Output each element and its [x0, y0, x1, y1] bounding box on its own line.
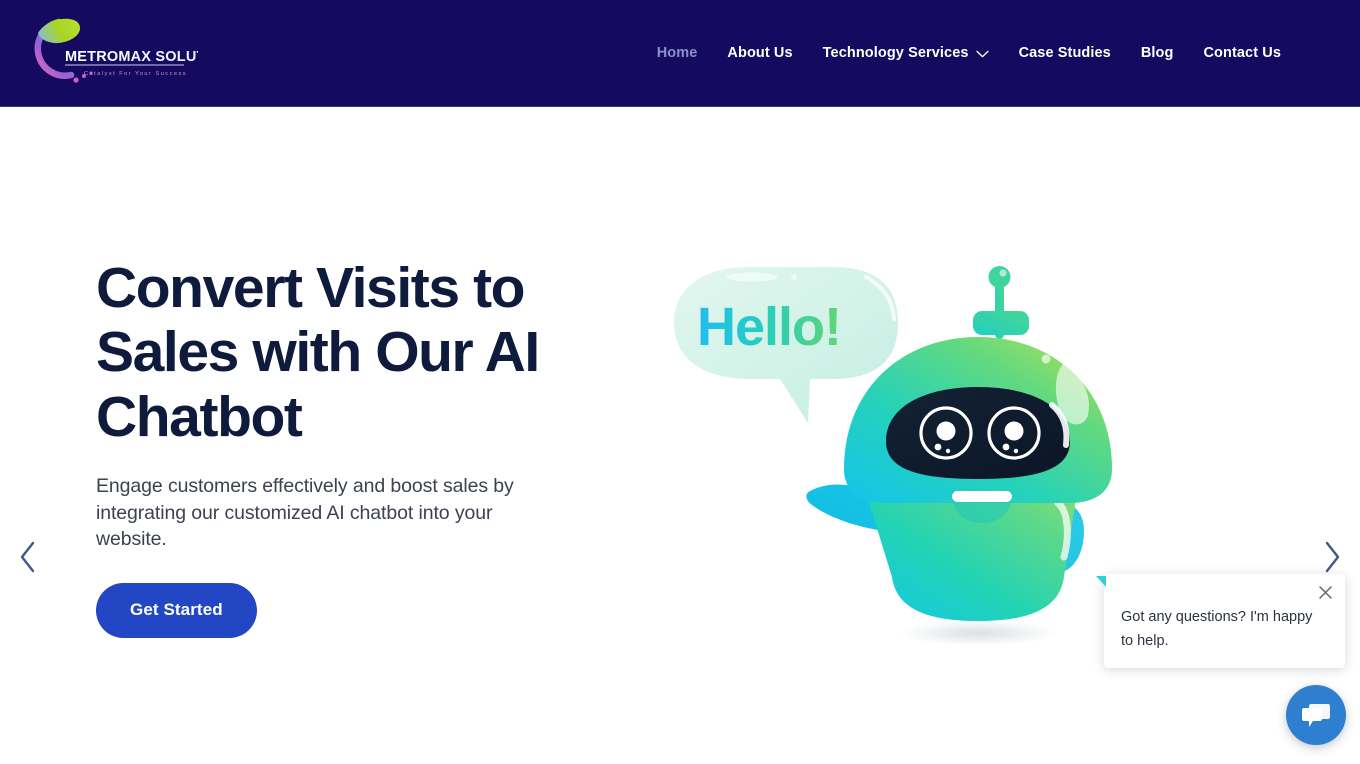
hero-illustration: Hello! [660, 255, 1180, 675]
svg-text:METROMAX SOLUTIONS: METROMAX SOLUTIONS [65, 49, 198, 65]
ai-chatbot-robot-illustration-icon: Hello! [674, 266, 1112, 646]
svg-text:Hello!: Hello! [697, 297, 841, 357]
nav-label: Blog [1140, 45, 1174, 62]
nav-label: About Us [727, 45, 793, 62]
robot-head [844, 337, 1112, 523]
hero-copy-block: Convert Visits to Sales with Our AI Chat… [96, 256, 566, 638]
chat-greeting-message: Got any questions? I'm happy to help. [1121, 609, 1313, 650]
nav-label: Technology Services [822, 45, 969, 62]
nav-item-about-us[interactable]: About Us [712, 46, 807, 61]
chevron-right-icon [1325, 541, 1340, 573]
carousel-next-button[interactable] [1311, 536, 1353, 578]
svg-text:Catalyst For Your Success: Catalyst For Your Success [84, 71, 187, 77]
nav-label: Case Studies [1018, 45, 1111, 62]
get-started-button[interactable]: Get Started [96, 582, 257, 638]
chat-bubbles-icon [1302, 703, 1330, 727]
nav-item-blog[interactable]: Blog [1126, 46, 1189, 61]
chevron-left-icon [20, 541, 35, 573]
chat-greeting-popup: Got any questions? I'm happy to help. [1096, 574, 1345, 668]
nav-item-contact-us[interactable]: Contact Us [1188, 46, 1296, 61]
page-root: METROMAX SOLUTIONS Catalyst For Your Suc… [0, 0, 1360, 764]
nav-item-case-studies[interactable]: Case Studies [1004, 46, 1126, 61]
main-navigation: Home About Us Technology Services Case S… [642, 0, 1296, 107]
nav-item-technology-services[interactable]: Technology Services [808, 46, 1004, 61]
close-icon [1318, 585, 1332, 599]
nav-label: Contact Us [1203, 45, 1281, 62]
popup-tail [1096, 576, 1106, 587]
robot-antenna [973, 266, 1029, 339]
brand-logo[interactable]: METROMAX SOLUTIONS Catalyst For Your Suc… [18, 10, 198, 92]
chat-launcher-button[interactable] [1286, 685, 1346, 745]
chevron-down-icon [975, 50, 989, 57]
hero-headline: Convert Visits to Sales with Our AI Chat… [96, 256, 540, 449]
site-header: METROMAX SOLUTIONS Catalyst For Your Suc… [0, 0, 1360, 107]
nav-item-home[interactable]: Home [642, 46, 713, 61]
chat-popup-close-button[interactable] [1314, 581, 1336, 603]
hero-subheadline: Engage customers effectively and boost s… [96, 475, 514, 551]
nav-label: Home [656, 45, 698, 62]
metromax-swoosh-logo-icon: METROMAX SOLUTIONS Catalyst For Your Suc… [34, 18, 198, 83]
carousel-prev-button[interactable] [7, 536, 49, 578]
